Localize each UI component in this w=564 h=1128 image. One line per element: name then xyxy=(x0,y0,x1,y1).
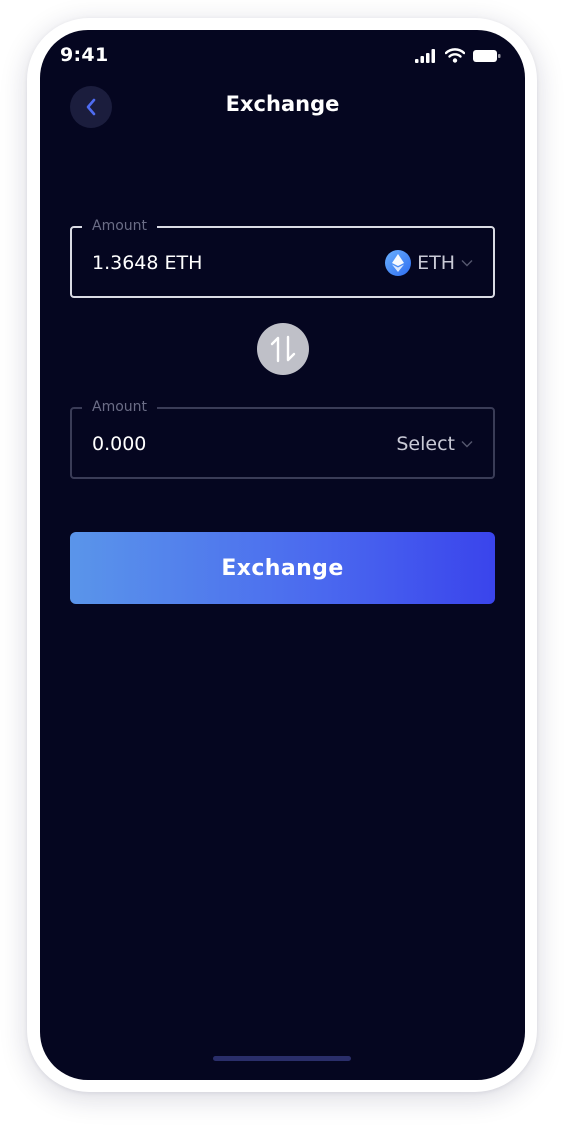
chevron-down-icon xyxy=(461,441,473,448)
to-amount-label: Amount xyxy=(82,397,158,417)
from-amount-value[interactable]: 1.3648 ETH xyxy=(92,249,202,277)
wifi-icon xyxy=(445,48,465,63)
from-amount-field[interactable]: Amount 1.3648 ETH ETH xyxy=(70,216,495,298)
from-currency-label: ETH xyxy=(417,252,455,274)
from-currency-select[interactable]: ETH xyxy=(385,249,473,277)
ethereum-icon xyxy=(385,250,412,276)
to-currency-select[interactable]: Select xyxy=(396,430,473,458)
page-title: Exchange xyxy=(225,92,340,116)
swap-button[interactable] xyxy=(257,323,309,375)
signal-icon xyxy=(415,48,435,63)
to-amount-value[interactable]: 0.000 xyxy=(92,430,146,458)
home-indicator xyxy=(213,1056,351,1061)
status-icons xyxy=(415,48,501,63)
from-amount-label: Amount xyxy=(82,216,158,236)
exchange-button[interactable]: Exchange xyxy=(70,532,495,604)
chevron-down-icon xyxy=(461,260,473,267)
to-amount-field[interactable]: Amount 0.000 Select xyxy=(70,397,495,479)
status-time: 9:41 xyxy=(60,44,109,66)
to-currency-label: Select xyxy=(396,433,455,455)
swap-vertical-icon xyxy=(270,335,296,363)
battery-icon xyxy=(473,49,501,62)
app-screen: 9:41 Exchange Amount 1.3648 ETH ETH Amou… xyxy=(40,30,525,1080)
